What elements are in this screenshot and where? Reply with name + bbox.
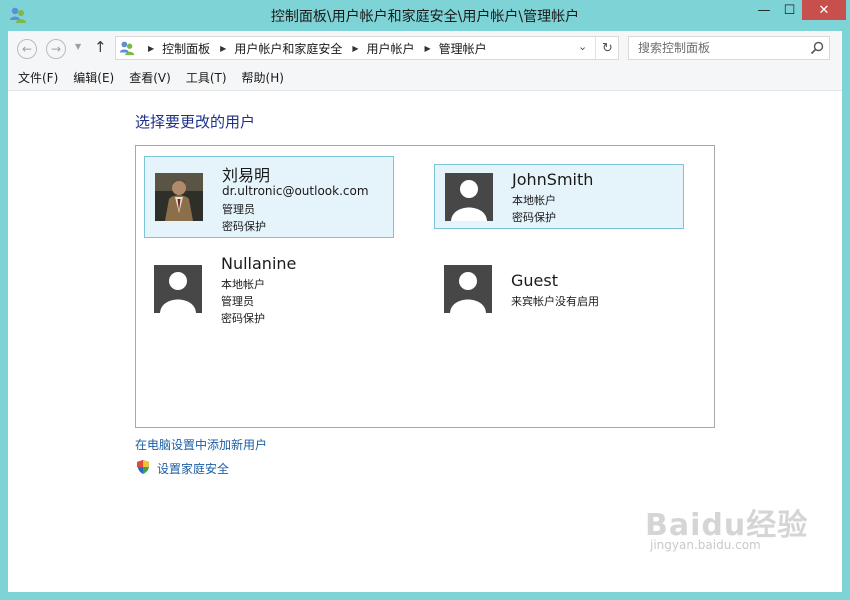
breadcrumb-separator-icon[interactable]: ▶ bbox=[220, 44, 226, 53]
search-input[interactable] bbox=[629, 37, 805, 59]
avatar bbox=[444, 265, 492, 313]
menu-help[interactable]: 帮助(H) bbox=[242, 69, 284, 86]
menu-view[interactable]: 查看(V) bbox=[129, 69, 171, 86]
avatar bbox=[445, 173, 493, 221]
window-title: 控制面板\用户帐户和家庭安全\用户帐户\管理帐户 bbox=[270, 9, 580, 25]
user-list: 刘易明 dr.ultronic@outlook.com 管理员 密码保护 Joh… bbox=[135, 145, 715, 428]
user-account-type: 本地帐户 bbox=[512, 194, 556, 207]
search-icon[interactable] bbox=[809, 40, 825, 56]
user-role: 管理员 bbox=[222, 203, 255, 216]
user-email: dr.ultronic@outlook.com bbox=[222, 184, 369, 198]
user-name: 刘易明 bbox=[222, 166, 271, 185]
user-account-type: 本地帐户 bbox=[221, 278, 265, 291]
user-tile-guest[interactable]: Guest 来宾帐户没有启用 bbox=[434, 258, 684, 323]
avatar bbox=[155, 173, 203, 221]
breadcrumb-user-accounts[interactable]: 用户帐户 bbox=[367, 40, 415, 57]
maximize-button[interactable]: ☐ bbox=[777, 0, 802, 20]
user-name: Nullanine bbox=[221, 254, 297, 273]
menu-bar: 文件(F) 编辑(E) 查看(V) 工具(T) 帮助(H) bbox=[8, 65, 842, 91]
up-button[interactable]: ↑ bbox=[94, 38, 107, 56]
breadcrumb-manage-accounts[interactable]: 管理帐户 bbox=[439, 40, 487, 57]
avatar bbox=[154, 265, 202, 313]
breadcrumb-separator-icon[interactable]: ▶ bbox=[425, 44, 431, 53]
breadcrumb-control-panel[interactable]: 控制面板 bbox=[162, 40, 210, 57]
user-password-status: 密码保护 bbox=[222, 220, 266, 233]
user-role: 管理员 bbox=[221, 295, 254, 308]
breadcrumb-user-accounts-family[interactable]: 用户帐户和家庭安全 bbox=[234, 40, 342, 57]
user-tile-liu-yiming[interactable]: 刘易明 dr.ultronic@outlook.com 管理员 密码保护 bbox=[144, 156, 394, 238]
breadcrumb-separator-icon[interactable]: ▶ bbox=[148, 44, 154, 53]
user-account-status: 来宾帐户没有启用 bbox=[511, 295, 599, 308]
user-password-status: 密码保护 bbox=[221, 312, 265, 325]
page-title: 选择要更改的用户 bbox=[135, 113, 256, 131]
title-bar: 控制面板\用户帐户和家庭安全\用户帐户\管理帐户 — ☐ ✕ bbox=[0, 0, 850, 31]
user-silhouette-icon bbox=[160, 272, 196, 313]
menu-tools[interactable]: 工具(T) bbox=[186, 69, 227, 86]
menu-edit[interactable]: 编辑(E) bbox=[73, 69, 114, 86]
forward-button[interactable]: → bbox=[46, 39, 66, 59]
shield-icon bbox=[137, 460, 149, 474]
baidu-watermark-url: jingyan.baidu.com bbox=[650, 538, 761, 552]
family-safety-link[interactable]: 设置家庭安全 bbox=[157, 460, 229, 477]
search-box bbox=[628, 36, 830, 60]
user-silhouette-icon bbox=[450, 272, 486, 313]
chevron-down-icon[interactable]: ⌄ bbox=[578, 40, 587, 53]
address-bar[interactable]: ▶ 控制面板 ▶ 用户帐户和家庭安全 ▶ 用户帐户 ▶ 管理帐户 ⌄ ↻ bbox=[115, 36, 619, 60]
user-tile-nullanine[interactable]: Nullanine 本地帐户 管理员 密码保护 bbox=[144, 251, 394, 333]
back-button[interactable]: ← bbox=[17, 39, 37, 59]
refresh-button[interactable]: ↻ bbox=[595, 37, 619, 59]
close-button[interactable]: ✕ bbox=[802, 0, 846, 20]
user-photo-icon bbox=[155, 173, 203, 221]
breadcrumb: ▶ 控制面板 ▶ 用户帐户和家庭安全 ▶ 用户帐户 ▶ 管理帐户 bbox=[138, 37, 487, 59]
control-panel-icon bbox=[119, 41, 135, 56]
control-panel-window: 控制面板\用户帐户和家庭安全\用户帐户\管理帐户 — ☐ ✕ ← → ▼ ↑ ▶… bbox=[0, 0, 850, 600]
user-tile-johnsmith[interactable]: JohnSmith 本地帐户 密码保护 bbox=[434, 164, 684, 229]
user-password-status: 密码保护 bbox=[512, 211, 556, 224]
user-name: JohnSmith bbox=[512, 170, 594, 189]
add-new-user-link[interactable]: 在电脑设置中添加新用户 bbox=[135, 436, 267, 453]
minimize-button[interactable]: — bbox=[751, 0, 777, 20]
user-silhouette-icon bbox=[451, 180, 487, 221]
user-name: Guest bbox=[511, 271, 558, 290]
recent-locations-dropdown[interactable]: ▼ bbox=[75, 42, 81, 51]
navigation-bar: ← → ▼ ↑ ▶ 控制面板 ▶ 用户帐户和家庭安全 ▶ 用户帐户 ▶ 管理帐户… bbox=[8, 31, 842, 65]
breadcrumb-separator-icon[interactable]: ▶ bbox=[352, 44, 358, 53]
menu-file[interactable]: 文件(F) bbox=[18, 69, 58, 86]
